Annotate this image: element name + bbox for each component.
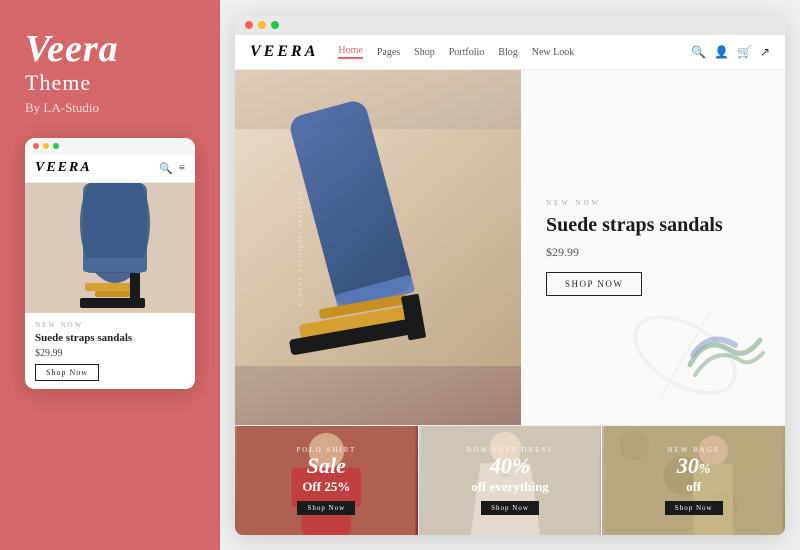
product-card-bags: NEW BAGS 30% off Shop Now — [602, 426, 785, 535]
nav-items: Home Pages Shop Portfolio Blog New Look — [338, 45, 691, 59]
desktop-hero: © 2021 All rights reserved NEW NOW Suede… — [235, 70, 785, 425]
card3-button[interactable]: Shop Now — [665, 501, 723, 515]
user-icon[interactable]: 👤 — [714, 45, 729, 60]
theme-label: Theme — [25, 70, 91, 96]
product-card-dress: BOW SOFT DRESS 40% off everything Shop N… — [419, 426, 603, 535]
mobile-shop-button[interactable]: Shop Now — [35, 364, 99, 381]
mobile-logo: VEERA — [35, 160, 92, 176]
desktop-mockup: VEERA Home Pages Shop Portfolio Blog New… — [235, 15, 785, 535]
card1-sub: Off 25% — [302, 479, 350, 495]
nav-item-portfolio[interactable]: Portfolio — [449, 47, 485, 58]
desktop-hero-image: © 2021 All rights reserved — [235, 70, 521, 425]
card1-button[interactable]: Shop Now — [297, 501, 355, 515]
dot-red — [245, 21, 253, 29]
nav-item-pages[interactable]: Pages — [377, 47, 400, 58]
hero-illustration — [25, 183, 195, 313]
hero-photo-background: © 2021 All rights reserved — [235, 70, 521, 425]
nav-item-home[interactable]: Home — [338, 45, 362, 59]
card3-percent: % — [699, 462, 711, 477]
by-studio: By LA-Studio — [25, 100, 99, 116]
vertical-text: © 2021 All rights reserved — [298, 190, 304, 306]
card3-sub: off — [686, 479, 701, 495]
desktop-product-title: Suede straps sandals — [546, 213, 760, 237]
nav-item-shop[interactable]: Shop — [414, 47, 435, 58]
desktop-bottom-cards: POLO SHIRT Sale Off 25% Shop Now BOW — [235, 425, 785, 535]
mobile-price: $29.99 — [35, 348, 185, 359]
card2-sub: off everything — [471, 479, 549, 495]
mobile-hero-image — [25, 183, 195, 313]
desktop-nav: VEERA Home Pages Shop Portfolio Blog New… — [235, 35, 785, 70]
mobile-mockup: VEERA 🔍 ≡ — [25, 138, 195, 389]
mobile-browser-bar — [25, 138, 195, 154]
brand-name: Veera — [25, 30, 119, 68]
nav-item-new-look[interactable]: New Look — [532, 47, 575, 58]
search-icon: 🔍 — [159, 162, 173, 175]
card2-button[interactable]: Shop Now — [481, 501, 539, 515]
hero-sandal-illustration — [235, 70, 521, 425]
nav-logo: VEERA — [250, 43, 318, 61]
card1-overlay: POLO SHIRT Sale Off 25% Shop Now — [235, 426, 418, 535]
mobile-hero — [25, 183, 195, 313]
menu-icon: ≡ — [179, 162, 185, 175]
nav-item-blog[interactable]: Blog — [498, 47, 517, 58]
mobile-icons: 🔍 ≡ — [159, 162, 185, 175]
dot-green — [53, 143, 59, 149]
brushstroke-decoration — [685, 325, 765, 385]
product-card-polo: POLO SHIRT Sale Off 25% Shop Now — [235, 426, 419, 535]
mobile-header: VEERA 🔍 ≡ — [25, 154, 195, 183]
left-panel: Veera Theme By LA-Studio VEERA 🔍 ≡ — [0, 0, 220, 550]
right-panel: VEERA Home Pages Shop Portfolio Blog New… — [220, 0, 800, 550]
card2-sale: 40% — [490, 454, 530, 478]
card3-sale: 30% — [677, 454, 711, 478]
card3-overlay: NEW BAGS 30% off Shop Now — [602, 426, 785, 535]
desktop-shop-button[interactable]: Shop Now — [546, 272, 642, 296]
desktop-new-now: NEW NOW — [546, 199, 760, 207]
cart-icon[interactable]: 🛒 — [737, 45, 752, 60]
desktop-hero-content: NEW NOW Suede straps sandals $29.99 Shop… — [521, 70, 785, 425]
search-icon[interactable]: 🔍 — [691, 45, 706, 60]
dot-yellow — [258, 21, 266, 29]
mobile-content: NEW NOW Suede straps sandals $29.99 Shop… — [25, 313, 195, 389]
dot-green — [271, 21, 279, 29]
card1-sale: Sale — [307, 454, 346, 478]
card2-overlay: BOW SOFT DRESS 40% off everything Shop N… — [419, 426, 602, 535]
mobile-new-now: NEW NOW — [35, 321, 185, 329]
mobile-product-title: Suede straps sandals — [35, 331, 185, 345]
dot-red — [33, 143, 39, 149]
dot-yellow — [43, 143, 49, 149]
desktop-price: $29.99 — [546, 245, 760, 260]
desktop-browser-bar — [235, 15, 785, 35]
share-icon[interactable]: ↗ — [760, 45, 770, 60]
nav-icons: 🔍 👤 🛒 ↗ — [691, 45, 770, 60]
